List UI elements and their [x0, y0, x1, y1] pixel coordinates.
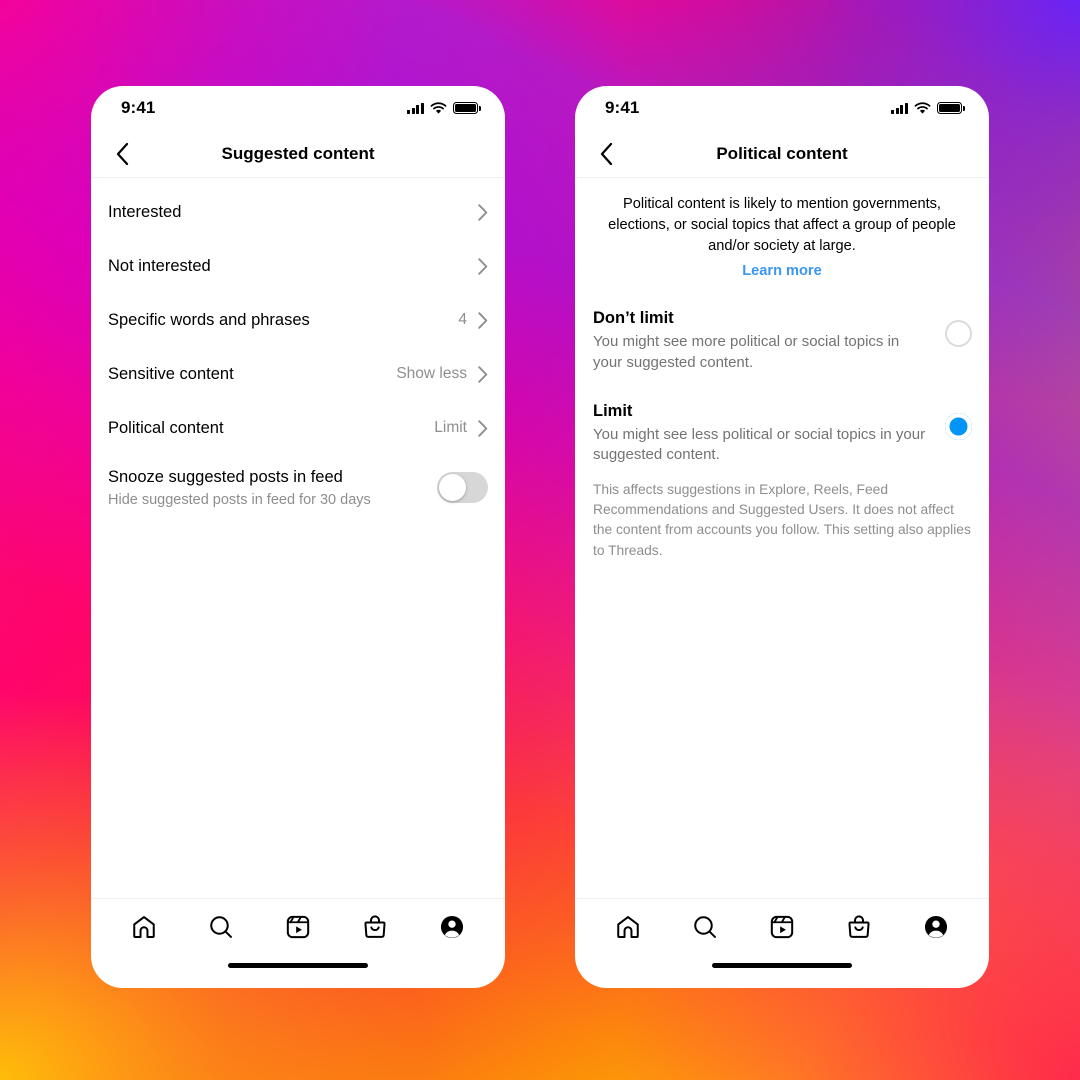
option-title: Limit	[593, 402, 633, 421]
intro-text: Political content is likely to mention g…	[608, 196, 956, 255]
page-title: Suggested content	[221, 143, 375, 163]
chevron-right-icon	[478, 257, 488, 275]
home-indicator[interactable]	[228, 963, 368, 968]
back-button[interactable]	[591, 139, 621, 169]
bottom-tab-bar	[91, 898, 505, 954]
snooze-toggle-switch[interactable]	[437, 472, 488, 503]
option-title: Don’t limit	[593, 309, 674, 328]
nav-header: Political content	[575, 130, 989, 178]
radio-button-dont-limit[interactable]	[945, 320, 972, 348]
option-text-column: Limit You might see less political or so…	[593, 401, 945, 466]
home-indicator-area	[91, 954, 505, 988]
settings-row-snooze-suggested-posts[interactable]: Snooze suggested posts in feed Hide sugg…	[91, 455, 505, 511]
option-description: You might see more political or social t…	[593, 332, 900, 371]
option-text-column: Don’t limit You might see more political…	[593, 308, 945, 373]
chevron-right-icon	[478, 419, 488, 437]
battery-full-icon	[453, 102, 481, 114]
row-value: Show less	[396, 365, 467, 382]
settings-row-political-content[interactable]: Political content Limit	[91, 401, 505, 455]
tab-home[interactable]	[605, 904, 651, 950]
footnote-text: This affects suggestions in Explore, Ree…	[593, 482, 971, 558]
shop-icon	[364, 914, 386, 938]
chevron-right-icon	[478, 311, 488, 329]
chevron-right-icon	[478, 365, 488, 383]
tab-shop[interactable]	[352, 904, 398, 950]
option-description: You might see less political or social t…	[593, 425, 926, 464]
home-icon	[132, 915, 155, 938]
phone-suggested-content: 9:41 Suggested content Interested Not in…	[91, 86, 505, 988]
profile-icon	[441, 915, 464, 938]
battery-full-icon	[937, 102, 965, 114]
home-icon	[616, 915, 639, 938]
tab-home[interactable]	[121, 904, 167, 950]
chevron-left-icon	[600, 142, 612, 165]
screen-content: Interested Not interested Specific words…	[91, 178, 505, 898]
cellular-signal-icon	[407, 102, 424, 114]
settings-row-not-interested[interactable]: Not interested	[91, 239, 505, 293]
status-bar: 9:41	[575, 86, 989, 130]
snooze-text-column: Snooze suggested posts in feed Hide sugg…	[108, 466, 437, 511]
snooze-title: Snooze suggested posts in feed	[108, 468, 343, 486]
search-icon	[694, 915, 716, 938]
settings-row-specific-words-and-phrases[interactable]: Specific words and phrases 4	[91, 293, 505, 347]
tab-search[interactable]	[198, 904, 244, 950]
nav-header: Suggested content	[91, 130, 505, 178]
row-label: Specific words and phrases	[108, 310, 310, 329]
back-button[interactable]	[107, 139, 137, 169]
wifi-icon	[914, 101, 931, 114]
tab-profile[interactable]	[913, 904, 959, 950]
status-icons	[407, 101, 481, 115]
status-bar: 9:41	[91, 86, 505, 130]
settings-row-interested[interactable]: Interested	[91, 185, 505, 239]
tab-search[interactable]	[682, 904, 728, 950]
option-limit[interactable]: Limit You might see less political or so…	[575, 401, 989, 466]
row-label: Interested	[108, 202, 182, 221]
phone-political-content: 9:41 Political content Political content…	[575, 86, 989, 988]
bottom-tab-bar	[575, 898, 989, 954]
status-time: 9:41	[605, 98, 640, 117]
wifi-icon	[430, 101, 447, 114]
profile-icon	[925, 915, 948, 938]
learn-more-link[interactable]: Learn more	[742, 263, 821, 279]
tab-reels[interactable]	[759, 904, 805, 950]
row-label: Political content	[108, 418, 224, 437]
row-label: Not interested	[108, 256, 211, 275]
chevron-left-icon	[116, 142, 128, 165]
chevron-right-icon	[478, 203, 488, 221]
toggle-knob	[439, 474, 466, 501]
row-value: Limit	[434, 419, 467, 436]
screen-content: Political content is likely to mention g…	[575, 178, 989, 898]
option-dont-limit[interactable]: Don’t limit You might see more political…	[575, 308, 989, 373]
cellular-signal-icon	[891, 102, 908, 114]
radio-button-limit[interactable]	[945, 413, 972, 441]
reels-icon	[770, 915, 794, 938]
row-label: Sensitive content	[108, 364, 234, 383]
shop-icon	[848, 914, 870, 938]
settings-row-sensitive-content[interactable]: Sensitive content Show less	[91, 347, 505, 401]
page-title: Political content	[716, 143, 848, 163]
status-time: 9:41	[121, 98, 156, 117]
intro-section: Political content is likely to mention g…	[575, 178, 989, 280]
tab-shop[interactable]	[836, 904, 882, 950]
tab-reels[interactable]	[275, 904, 321, 950]
row-value: 4	[458, 311, 467, 328]
snooze-subtitle: Hide suggested posts in feed for 30 days	[108, 492, 371, 509]
home-indicator-area	[575, 954, 989, 988]
tab-profile[interactable]	[429, 904, 475, 950]
home-indicator[interactable]	[712, 963, 852, 968]
status-icons	[891, 101, 965, 115]
search-icon	[210, 915, 232, 938]
settings-list: Interested Not interested Specific words…	[91, 178, 505, 511]
reels-icon	[286, 915, 310, 938]
